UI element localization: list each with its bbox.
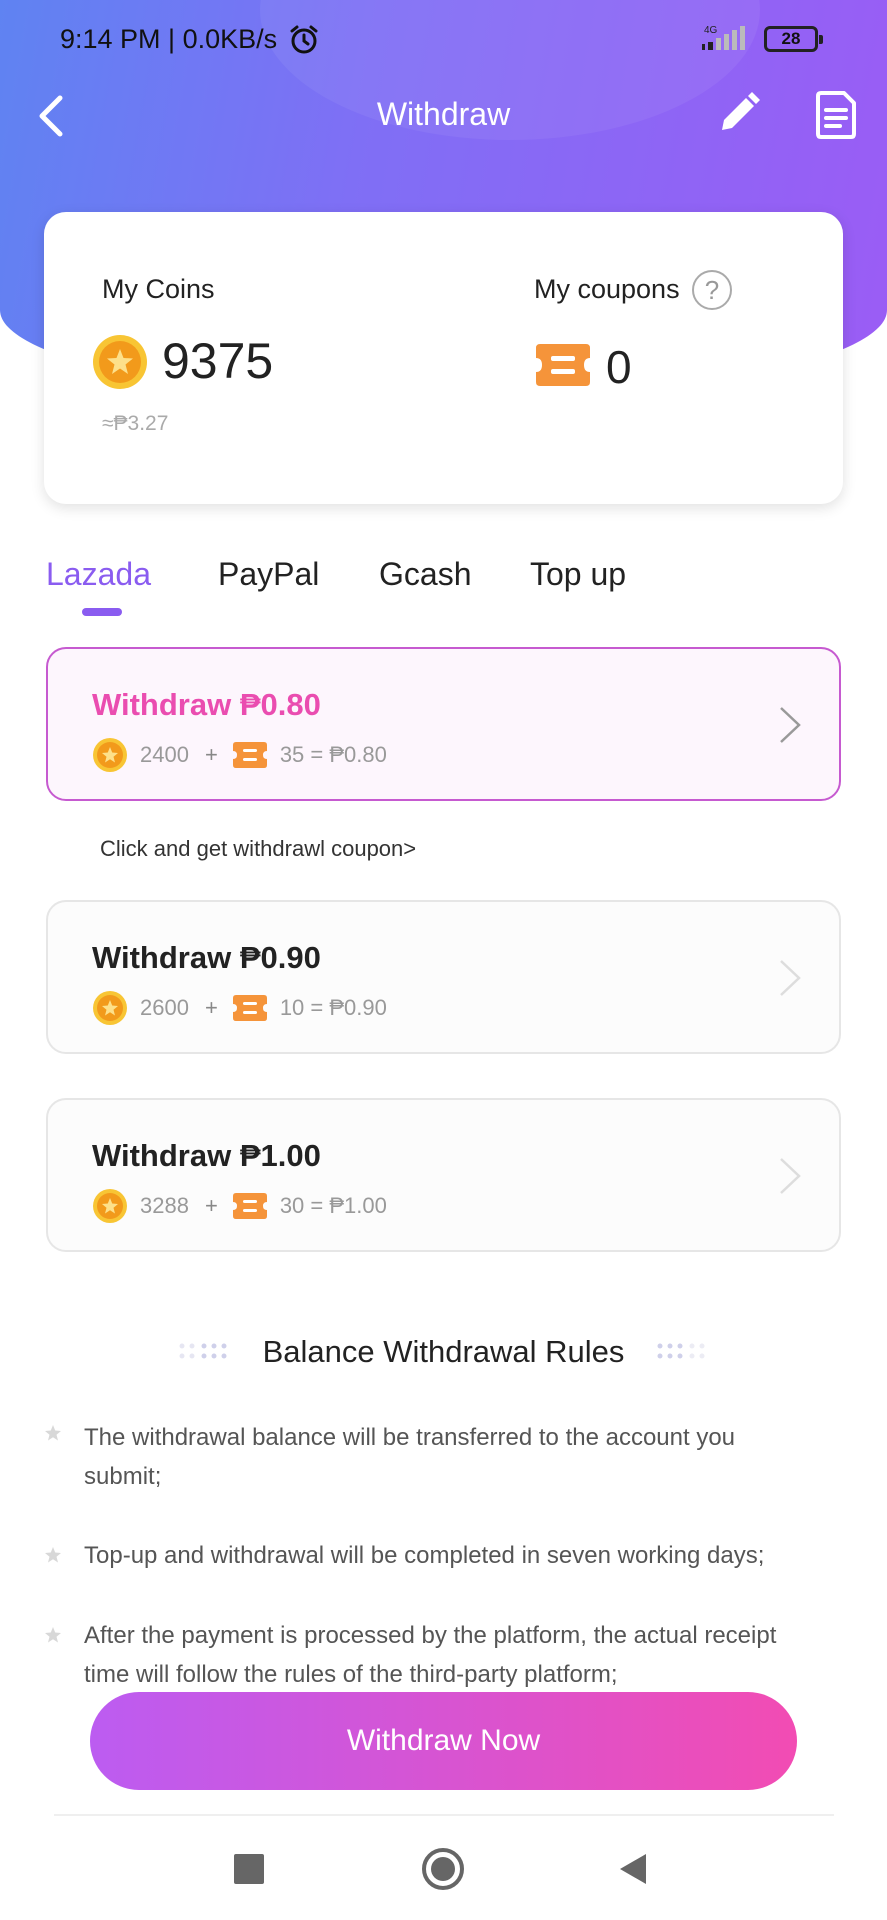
get-coupon-link[interactable]: Click and get withdrawl coupon> <box>100 836 416 862</box>
status-bar: 9:14 PM | 0.0KB/s 4G 28 <box>0 0 887 80</box>
option-title: Withdraw ₱0.80 <box>92 687 321 722</box>
withdraw-option-0-80[interactable]: Withdraw ₱0.80 2400 + 35 = ₱0.80 <box>46 647 841 801</box>
recent-apps-icon[interactable] <box>234 1854 264 1884</box>
star-bullet-icon <box>45 1547 61 1563</box>
nav-bar: Withdraw <box>0 80 887 152</box>
option-plus: + <box>204 742 218 767</box>
tab-lazada[interactable]: Lazada <box>46 556 151 593</box>
decorative-dots <box>657 1343 705 1359</box>
chevron-right-icon <box>780 1158 801 1194</box>
rule-item: Top-up and withdrawal will be completed … <box>84 1542 765 1569</box>
document-icon[interactable] <box>812 90 860 140</box>
help-icon[interactable]: ? <box>692 270 732 310</box>
home-icon[interactable] <box>422 1848 464 1890</box>
withdraw-option-0-90[interactable]: Withdraw ₱0.90 2600 + 10 = ₱0.90 <box>46 900 841 1054</box>
option-detail: 2600 + 10 = ₱0.90 <box>92 990 387 1026</box>
coin-icon <box>93 1189 127 1223</box>
coins-label: My Coins <box>102 274 215 304</box>
option-detail: 3288 + 30 = ₱1.00 <box>92 1188 387 1224</box>
rules-title: Balance Withdrawal Rules <box>262 1334 625 1369</box>
option-coins: 2600 <box>140 995 189 1020</box>
coupon-ticket-icon <box>536 344 590 386</box>
tab-top-up[interactable]: Top up <box>530 556 626 593</box>
status-time: 9:14 PM | 0.0KB/s <box>60 24 278 54</box>
alarm-icon <box>290 25 318 54</box>
active-tab-indicator <box>82 608 122 616</box>
wallet-card: My Coins 9375 ≈₱3.27 My coupons ? 0 <box>44 212 843 504</box>
system-nav-bar <box>0 1820 887 1920</box>
chevron-right-icon <box>780 960 801 996</box>
option-coins: 2400 <box>140 742 189 767</box>
withdraw-option-1-00[interactable]: Withdraw ₱1.00 3288 + 30 = ₱1.00 <box>46 1098 841 1252</box>
coupons-value: 0 <box>606 341 632 393</box>
coins-approx-value: ≈₱3.27 <box>102 412 169 435</box>
coupon-ticket-icon <box>232 995 267 1021</box>
coupon-ticket-icon <box>232 1193 267 1219</box>
rule-item: The withdrawal balance will be transferr… <box>84 1424 736 1490</box>
option-title: Withdraw ₱1.00 <box>92 1138 321 1173</box>
option-title: Withdraw ₱0.90 <box>92 940 321 975</box>
chevron-right-icon <box>780 707 801 743</box>
option-plus: + <box>204 995 218 1020</box>
battery-icon: 28 <box>764 26 823 52</box>
option-detail: 2400 + 35 = ₱0.80 <box>92 737 387 773</box>
divider <box>54 1814 834 1816</box>
option-coupons: 10 = ₱0.90 <box>279 995 387 1020</box>
network-label: 4G <box>704 25 718 36</box>
edit-pencil-icon[interactable] <box>714 90 762 138</box>
withdraw-now-button[interactable]: Withdraw Now <box>90 1692 797 1790</box>
option-coupons: 30 = ₱1.00 <box>279 1193 387 1218</box>
tab-gcash[interactable]: Gcash <box>379 556 471 593</box>
signal-icon: 4G <box>702 25 745 50</box>
coupon-ticket-icon <box>232 742 267 768</box>
coins-value: 9375 <box>162 333 274 389</box>
star-bullet-icon <box>45 1627 61 1643</box>
coupons-label: My coupons <box>534 274 680 304</box>
coin-icon <box>93 738 127 772</box>
withdraw-method-tabs: Lazada PayPal Gcash Top up <box>46 556 846 626</box>
rule-item: After the payment is processed by the pl… <box>84 1622 777 1688</box>
option-plus: + <box>204 1193 218 1218</box>
coin-icon <box>93 991 127 1025</box>
star-bullet-icon <box>45 1425 61 1441</box>
system-back-icon[interactable] <box>618 1852 648 1886</box>
option-coupons: 35 = ₱0.80 <box>279 742 387 767</box>
coin-icon <box>93 335 147 389</box>
tab-paypal[interactable]: PayPal <box>218 556 319 593</box>
option-coins: 3288 <box>140 1193 189 1218</box>
